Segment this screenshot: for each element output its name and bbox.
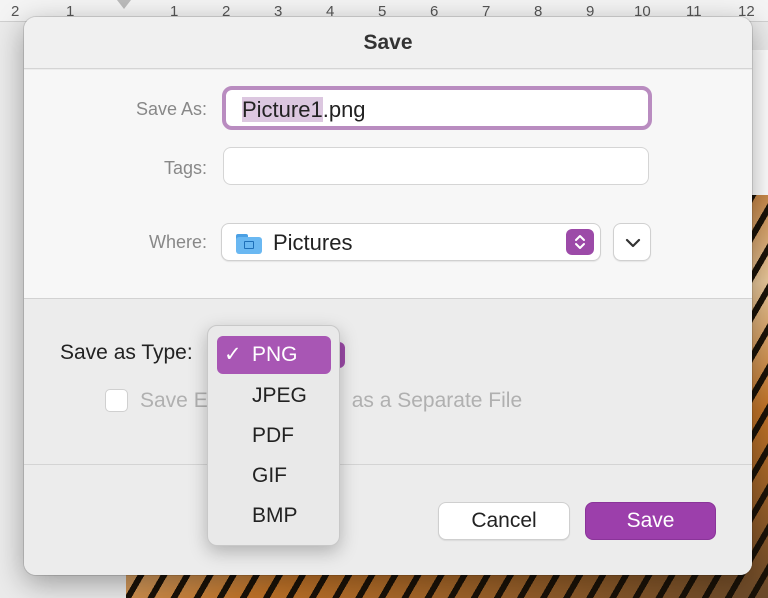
checkbox-label-start: Save E [140, 389, 208, 412]
chevron-down-icon [625, 238, 641, 248]
save-as-field[interactable]: Picture1.png [222, 86, 652, 130]
menu-item-label: GIF [252, 464, 287, 487]
dialog-divider [24, 464, 752, 465]
menu-item-jpeg[interactable]: JPEG [217, 377, 331, 415]
menu-item-label: PDF [252, 424, 294, 447]
where-label: Where: [148, 232, 207, 252]
where-popup-button[interactable]: Pictures [221, 223, 601, 261]
filename-extension: .png [322, 97, 366, 122]
expand-browser-button[interactable] [613, 223, 651, 261]
indent-marker[interactable] [117, 0, 131, 9]
filename-text[interactable]: Picture1.png [242, 97, 366, 123]
save-separate-file-checkbox[interactable] [105, 389, 128, 412]
checkmark-icon: ✓ [224, 343, 242, 366]
menu-item-label: PNG [252, 343, 298, 366]
menu-item-gif[interactable]: GIF [217, 457, 331, 495]
cancel-button[interactable]: Cancel [438, 502, 570, 540]
menu-item-bmp[interactable]: BMP [217, 497, 331, 535]
menu-item-label: BMP [252, 504, 298, 527]
menu-item-png[interactable]: ✓ PNG [217, 336, 331, 374]
filename-selected-text: Picture1 [242, 97, 323, 122]
tags-field[interactable] [223, 147, 649, 185]
checkbox-label-end: as a Separate File [351, 389, 523, 412]
dialog-title: Save [24, 17, 752, 69]
folder-pictures-icon [236, 232, 262, 254]
save-as-label: Save As: [135, 99, 207, 119]
menu-item-label: JPEG [252, 384, 307, 407]
tags-label: Tags: [163, 158, 207, 178]
save-button[interactable]: Save [585, 502, 716, 540]
save-as-type-label: Save as Type: [60, 341, 193, 364]
save-dialog: Save Save As: Picture1.png Tags: Where: … [24, 17, 752, 575]
save-as-type-menu: ✓ PNG JPEG PDF GIF BMP [207, 325, 340, 546]
up-down-chevron-icon [566, 229, 594, 255]
where-value: Pictures [273, 230, 353, 255]
menu-item-pdf[interactable]: PDF [217, 417, 331, 455]
ruler-number: 2 [11, 3, 20, 20]
